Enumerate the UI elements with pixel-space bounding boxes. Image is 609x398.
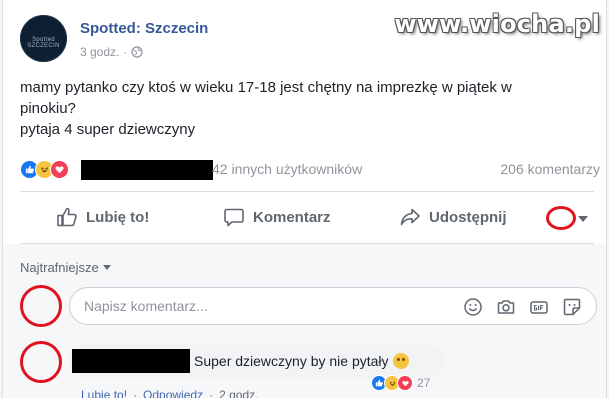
- post-actions: Lubię to! Komentarz Udostępnij: [20, 198, 594, 238]
- comment-like-link[interactable]: Lubię to!: [81, 388, 127, 398]
- user-avatar-red-circle[interactable]: [20, 285, 62, 327]
- post-text-line: pytaja 4 super dziewczyny: [20, 121, 196, 138]
- post-meta: 3 godz. ·: [80, 45, 143, 59]
- comment-bubble: Super dziewczyny by nie pytały: [69, 344, 445, 378]
- thumbs-up-icon: [57, 207, 77, 227]
- comment-reaction-count: 27: [417, 376, 431, 390]
- love-reaction-icon: [397, 375, 413, 391]
- like-button[interactable]: Lubię to!: [56, 206, 149, 228]
- gif-icon[interactable]: [529, 297, 549, 317]
- smiling-emoji-icon: [392, 353, 409, 369]
- page-avatar-logo: Spotted SZCZECIN: [27, 37, 60, 49]
- comment-reactions[interactable]: 27: [371, 375, 430, 391]
- caret-down-icon: [102, 265, 111, 270]
- post-text-line: mamy pytanko czy ktoś w wieku 17-18 jest…: [20, 79, 512, 96]
- reacted-others-count[interactable]: 42 innych użytkowników: [212, 161, 362, 177]
- emoji-icon[interactable]: [463, 297, 483, 317]
- like-label: Lubię to!: [86, 208, 150, 226]
- post-card: Spotted SZCZECIN Spotted: Szczecin 3 god…: [2, 0, 607, 398]
- comments-count[interactable]: 206 komentarzy: [500, 161, 600, 177]
- comment-time[interactable]: 2 godz.: [219, 388, 258, 398]
- page-avatar[interactable]: Spotted SZCZECIN: [20, 15, 67, 62]
- separator: ·: [209, 388, 214, 398]
- divider: [20, 191, 594, 192]
- share-arrow-icon: [400, 208, 420, 226]
- comment-text: Super dziewczyny by nie pytały: [194, 353, 409, 369]
- reaction-icons: [20, 160, 69, 179]
- chevron-down-icon: [578, 216, 588, 222]
- redacted-commenter-name: [72, 349, 190, 373]
- comment-button[interactable]: Komentarz: [223, 206, 331, 228]
- post-time[interactable]: 3 godz.: [80, 45, 119, 59]
- globe-icon[interactable]: [131, 46, 143, 58]
- share-button[interactable]: Udostępnij: [399, 206, 507, 228]
- comment-sort-dropdown[interactable]: Najtrafniejsze: [20, 260, 111, 275]
- comment-reply-link[interactable]: Odpowiedz: [143, 388, 203, 398]
- sticker-icon[interactable]: [562, 297, 582, 317]
- post-text: mamy pytanko czy ktoś w wieku 17-18 jest…: [20, 77, 600, 140]
- share-label: Udostępnij: [429, 208, 507, 226]
- comment-composer[interactable]: [69, 287, 597, 325]
- composer-icons: [463, 297, 582, 317]
- commenter-avatar-red-circle[interactable]: [20, 341, 62, 383]
- comment-label: Komentarz: [253, 208, 331, 226]
- page-name-link[interactable]: Spotted: Szczecin: [80, 20, 208, 37]
- post-text-line: pinokiu?: [20, 100, 76, 117]
- love-reaction-icon: [50, 160, 69, 179]
- comment-input[interactable]: [82, 297, 446, 315]
- red-annotation-circle: [546, 206, 576, 230]
- watermark: www.wiocha.pl: [394, 10, 600, 38]
- sort-label: Najtrafniejsze: [20, 260, 99, 275]
- separator: ·: [133, 388, 138, 398]
- comment-body: Super dziewczyny by nie pytały: [194, 353, 389, 369]
- audience-selector-button[interactable]: [544, 206, 594, 230]
- camera-icon[interactable]: [496, 297, 516, 317]
- comment-icon: [224, 208, 244, 227]
- redacted-name-box: [81, 160, 213, 180]
- reactions-summary[interactable]: 42 innych użytkowników 206 komentarzy: [20, 159, 600, 181]
- comment-actions: Lubię to! · Odpowiedz · 2 godz.: [81, 388, 258, 398]
- meta-separator: ·: [123, 45, 128, 59]
